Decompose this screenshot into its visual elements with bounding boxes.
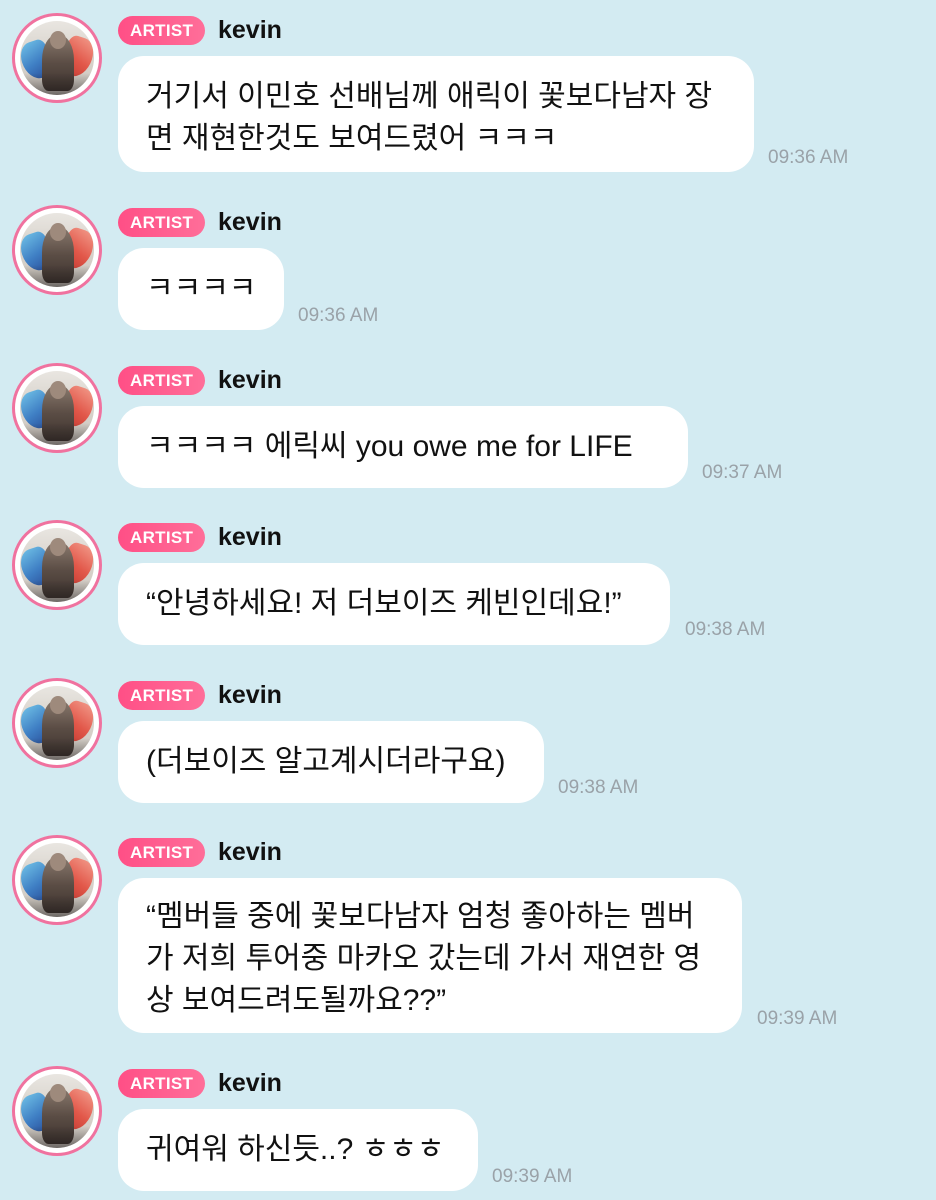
artist-badge: ARTIST [118, 366, 206, 395]
artist-badge: ARTIST [118, 1069, 206, 1098]
avatar-photo [20, 528, 94, 602]
message-timestamp: 09:38 AM [685, 619, 766, 640]
message-bubble[interactable]: 거기서 이민호 선배님께 애릭이 꽃보다남자 장 면 재현한것도 보여드렸어 ㅋ… [118, 56, 754, 172]
message-line: “안녕하세요! 저 더보이즈 케빈인데요!” [146, 587, 622, 620]
message-bubble[interactable]: ㅋㅋㅋㅋ [118, 248, 284, 330]
sender-name[interactable]: kevin [218, 13, 282, 47]
sender-name[interactable]: kevin [218, 678, 282, 712]
message-bubble[interactable]: “안녕하세요! 저 더보이즈 케빈인데요!” [118, 563, 670, 645]
message-bubble[interactable]: (더보이즈 알고계시더라구요) [118, 721, 544, 803]
sender-name[interactable]: kevin [218, 520, 282, 554]
message-bubble[interactable]: ㅋㅋㅋㅋ 에릭씨 you owe me for LIFE [118, 406, 688, 488]
avatar-photo [20, 1074, 94, 1148]
message-line: 면 재현한것도 보여드렸어 ㅋㅋㅋ [146, 122, 558, 155]
artist-badge: ARTIST [118, 16, 206, 45]
message-timestamp: 09:36 AM [768, 147, 849, 168]
message-line: “멤버들 중에 꽃보다남자 엄청 좋아하는 멤버 [146, 900, 695, 933]
message-timestamp: 09:39 AM [492, 1166, 573, 1187]
artist-badge: ARTIST [118, 208, 206, 237]
message-line: 귀여워 하신듯..? ㅎㅎㅎ [146, 1133, 445, 1166]
message-line: 상 보여드려도될까요??” [146, 984, 447, 1017]
avatar-photo [20, 686, 94, 760]
sender-name[interactable]: kevin [218, 835, 282, 869]
avatar-photo [20, 371, 94, 445]
message-line: 가 저희 투어중 마카오 갔는데 가서 재연한 영 [146, 942, 702, 975]
message-line: (더보이즈 알고계시더라구요) [146, 745, 506, 778]
avatar-photo [20, 213, 94, 287]
avatar-photo [20, 21, 94, 95]
avatar[interactable] [12, 678, 102, 768]
avatar[interactable] [12, 13, 102, 103]
message-line: 거기서 이민호 선배님께 애릭이 꽃보다남자 장 [146, 80, 713, 113]
message-bubble[interactable]: “멤버들 중에 꽃보다남자 엄청 좋아하는 멤버 가 저희 투어중 마카오 갔는… [118, 878, 742, 1033]
message-line: ㅋㅋㅋㅋ [146, 272, 257, 305]
message-timestamp: 09:39 AM [757, 1008, 838, 1029]
message-timestamp: 09:36 AM [298, 305, 379, 326]
avatar[interactable] [12, 205, 102, 295]
sender-name[interactable]: kevin [218, 363, 282, 397]
avatar[interactable] [12, 363, 102, 453]
artist-badge: ARTIST [118, 681, 206, 710]
message-timestamp: 09:37 AM [702, 462, 783, 483]
artist-badge: ARTIST [118, 523, 206, 552]
sender-name[interactable]: kevin [218, 205, 282, 239]
message-bubble[interactable]: 귀여워 하신듯..? ㅎㅎㅎ [118, 1109, 478, 1191]
message-timestamp: 09:38 AM [558, 777, 639, 798]
artist-badge: ARTIST [118, 838, 206, 867]
message-line: ㅋㅋㅋㅋ 에릭씨 you owe me for LIFE [146, 430, 633, 463]
sender-name[interactable]: kevin [218, 1066, 282, 1100]
avatar[interactable] [12, 1066, 102, 1156]
avatar[interactable] [12, 835, 102, 925]
avatar-photo [20, 843, 94, 917]
avatar[interactable] [12, 520, 102, 610]
